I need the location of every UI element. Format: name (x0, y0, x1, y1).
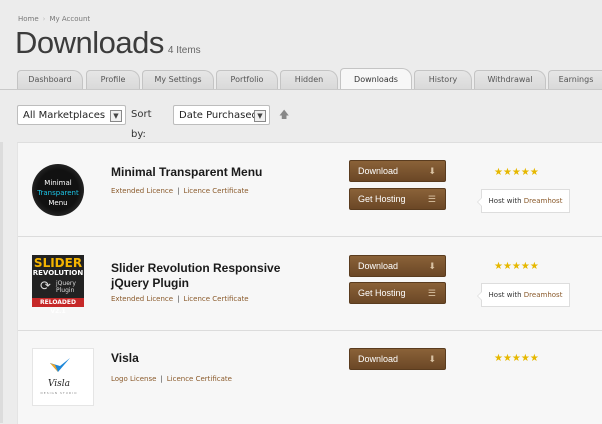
tab-profile[interactable]: Profile (86, 70, 140, 89)
license-link[interactable]: Extended Licence (111, 187, 173, 195)
item-thumbnail[interactable]: Visla DESIGN STUDIO (32, 348, 94, 406)
downloads-list: Minimal Transparent Menu Minimal Transpa… (17, 142, 602, 424)
sort-by-label: Sort by: (131, 109, 152, 140)
chevron-down-icon: ▼ (254, 110, 266, 122)
tab-portfolio[interactable]: Portfolio (216, 70, 278, 89)
item-thumbnail[interactable]: Minimal Transparent Menu (32, 164, 84, 216)
tab-withdrawal[interactable]: Withdrawal (474, 70, 546, 89)
download-button-label: Download (358, 166, 399, 176)
item-links: Logo License | Licence Certificate (111, 375, 232, 383)
list-item: SLIDER REVOLUTION ⟳ jQuery Plugin RELOADE… (18, 237, 602, 331)
certificate-link[interactable]: Licence Certificate (167, 375, 232, 383)
download-button[interactable]: Download ⬇ (349, 160, 446, 182)
get-hosting-button[interactable]: Get Hosting ☰ (349, 282, 446, 304)
thumb-line: SLIDER (33, 256, 83, 270)
rating-stars: ★★★★★ (494, 353, 539, 364)
top-strip (0, 0, 602, 8)
thumb-line: Menu (48, 199, 68, 207)
host-text: Host with (488, 291, 522, 299)
rating-stars: ★★★★★ (494, 167, 539, 178)
item-title[interactable]: Slider Revolution Responsive jQuery Plug… (111, 261, 301, 291)
certificate-link[interactable]: Licence Certificate (183, 187, 248, 195)
tab-history[interactable]: History (414, 70, 472, 89)
marketplace-select-value: All Marketplaces (23, 110, 106, 121)
item-title[interactable]: Visla (111, 351, 311, 366)
left-edge (0, 142, 3, 423)
list-item: Minimal Transparent Menu Minimal Transpa… (18, 143, 602, 237)
thumb-line: jQuery Plugin (56, 280, 76, 294)
item-links: Extended Licence | Licence Certificate (111, 295, 249, 303)
thumb-line: DESIGN STUDIO (40, 391, 78, 395)
tab-hidden[interactable]: Hidden (280, 70, 338, 89)
sort-direction-icon[interactable]: 🡅 (279, 108, 289, 125)
tab-dashboard[interactable]: Dashboard (17, 70, 83, 89)
item-title[interactable]: Minimal Transparent Menu (111, 165, 311, 180)
get-hosting-button[interactable]: Get Hosting ☰ (349, 188, 446, 210)
thumb-line: Transparent (37, 189, 79, 197)
tab-my-settings[interactable]: My Settings (142, 70, 214, 89)
page-title-text: Downloads (15, 25, 164, 60)
download-button[interactable]: Download ⬇ (349, 255, 446, 277)
get-hosting-label: Get Hosting (358, 288, 406, 298)
license-link[interactable]: Extended Licence (111, 295, 173, 303)
refresh-icon: ⟳ (40, 279, 51, 294)
breadcrumb: Home › My Account (18, 15, 91, 23)
visla-logo-icon (50, 358, 70, 372)
download-arrow-icon: ⬇ (428, 261, 436, 271)
dreamhost-link[interactable]: Dreamhost (524, 197, 563, 205)
download-button-label: Download (358, 261, 399, 271)
download-arrow-icon: ⬇ (428, 166, 436, 176)
download-button-label: Download (358, 354, 399, 364)
license-link[interactable]: Logo License (111, 375, 156, 383)
certificate-link[interactable]: Licence Certificate (183, 295, 248, 303)
rating-stars: ★★★★★ (494, 261, 539, 272)
tab-earnings[interactable]: Earnings (548, 70, 602, 89)
download-arrow-icon: ⬇ (428, 354, 436, 364)
dreamhost-link[interactable]: Dreamhost (524, 291, 563, 299)
chevron-down-icon: ▼ (110, 110, 122, 122)
item-thumbnail[interactable]: SLIDER REVOLUTION ⟳ jQuery Plugin RELOADE… (32, 255, 84, 315)
hosting-tooltip: Host with Dreamhost (477, 189, 570, 213)
breadcrumb-my-account[interactable]: My Account (49, 15, 90, 23)
list-item: Visla DESIGN STUDIO Visla Logo License | L… (18, 331, 602, 424)
breadcrumb-home[interactable]: Home (18, 15, 39, 23)
thumb-line: REVOLUTION (32, 269, 84, 277)
tab-downloads[interactable]: Downloads (340, 68, 412, 89)
sort-select-value: Date Purchased (179, 110, 258, 121)
account-tabs: Dashboard Profile My Settings Portfolio … (0, 68, 602, 90)
marketplace-select[interactable]: All Marketplaces ▼ (17, 105, 126, 125)
item-links: Extended Licence | Licence Certificate (111, 187, 249, 195)
server-icon: ☰ (427, 288, 436, 298)
hosting-tooltip: Host with Dreamhost (477, 283, 570, 307)
download-button[interactable]: Download ⬇ (349, 348, 446, 370)
thumb-line: RELOADED V2.1 (32, 298, 84, 315)
server-icon: ☰ (427, 194, 436, 204)
page-title: Downloads 4 Items (15, 25, 201, 61)
thumb-line: Minimal (44, 179, 72, 187)
host-text: Host with (488, 197, 522, 205)
item-count: 4 Items (167, 45, 201, 56)
get-hosting-label: Get Hosting (358, 194, 406, 204)
sort-select[interactable]: Date Purchased ▼ (173, 105, 270, 125)
thumb-line: Visla (47, 379, 71, 389)
